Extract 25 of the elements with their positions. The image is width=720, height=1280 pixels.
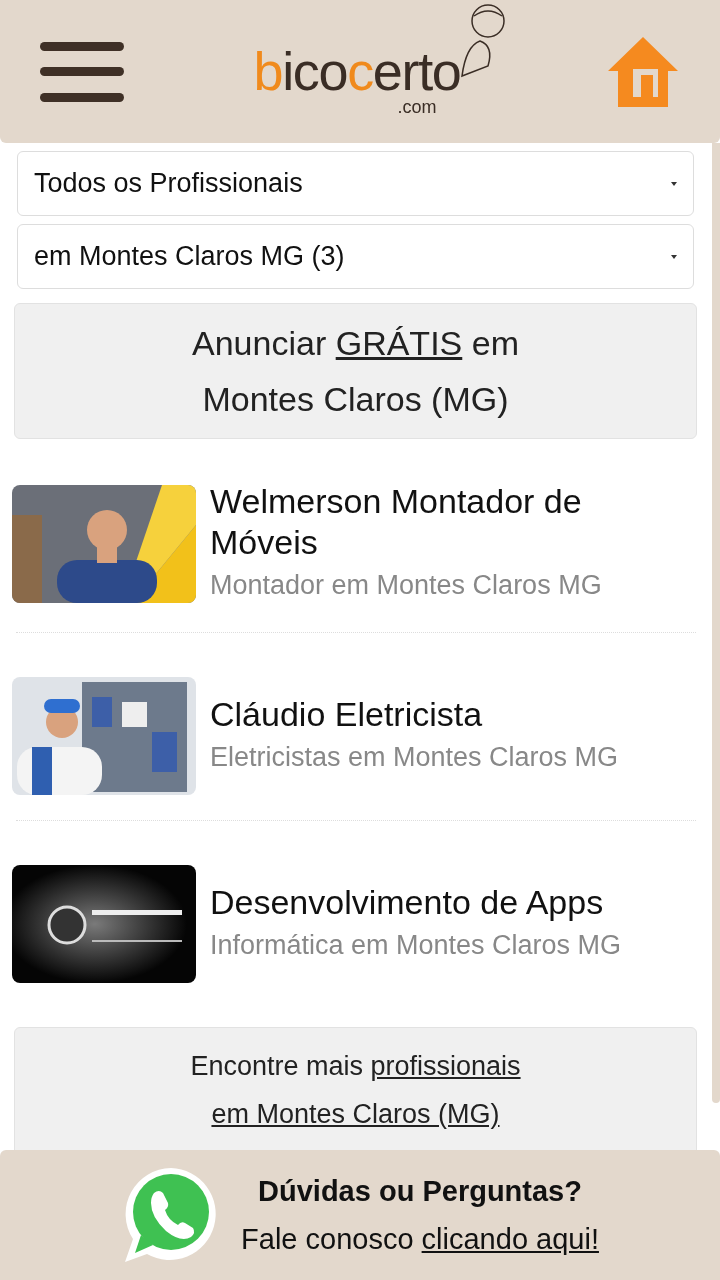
listing-title: Desenvolvimento de Apps <box>210 881 605 923</box>
announce-text: Anunciar GRÁTIS em Montes Claros (MG) <box>192 323 519 420</box>
listing-item[interactable]: Cláudio Eletricista Eletricistas em Montes Claros MG <box>0 677 712 795</box>
dropdown-arrow-icon <box>671 181 677 186</box>
listing-subtitle: Eletricistas em Montes Claros MG <box>210 740 620 774</box>
home-icon[interactable] <box>606 34 680 109</box>
professionals-link[interactable]: profissionais <box>370 1051 521 1081</box>
footer-text: Fale conosco clicando aqui! <box>241 1222 599 1257</box>
logo[interactable]: bicocerto <box>253 43 461 98</box>
free-link[interactable]: GRÁTIS <box>335 324 463 362</box>
menu-icon[interactable] <box>40 41 124 102</box>
dropdown-arrow-icon <box>671 254 677 259</box>
filter-select[interactable]: em Montes Claros MG (3) <box>17 224 694 289</box>
listing-item[interactable]: Welmerson Montador de Móveis Montador em Montes Claros MG <box>0 481 712 607</box>
listing-subtitle: Informática em Montes Claros MG <box>210 928 623 962</box>
listing-subtitle: Montador em Montes Claros MG <box>210 569 603 602</box>
listing-title: Cláudio Eletricista <box>210 693 484 735</box>
contact-link[interactable]: clicando aqui! <box>421 1223 599 1255</box>
logo-suffix: .com <box>397 97 437 116</box>
filter-select[interactable]: Todos os Profissionais <box>17 151 694 216</box>
listing-item[interactable]: Desenvolvimento de Apps Informática em Montes Claros MG <box>0 865 712 983</box>
footer-title: Dúvidas ou Perguntas? <box>258 1174 582 1209</box>
city-link[interactable]: em Montes Claros (MG) <box>211 1099 500 1129</box>
scrollbar[interactable] <box>712 143 720 1103</box>
listing-title: Welmerson Montador de Móveis <box>210 481 583 563</box>
